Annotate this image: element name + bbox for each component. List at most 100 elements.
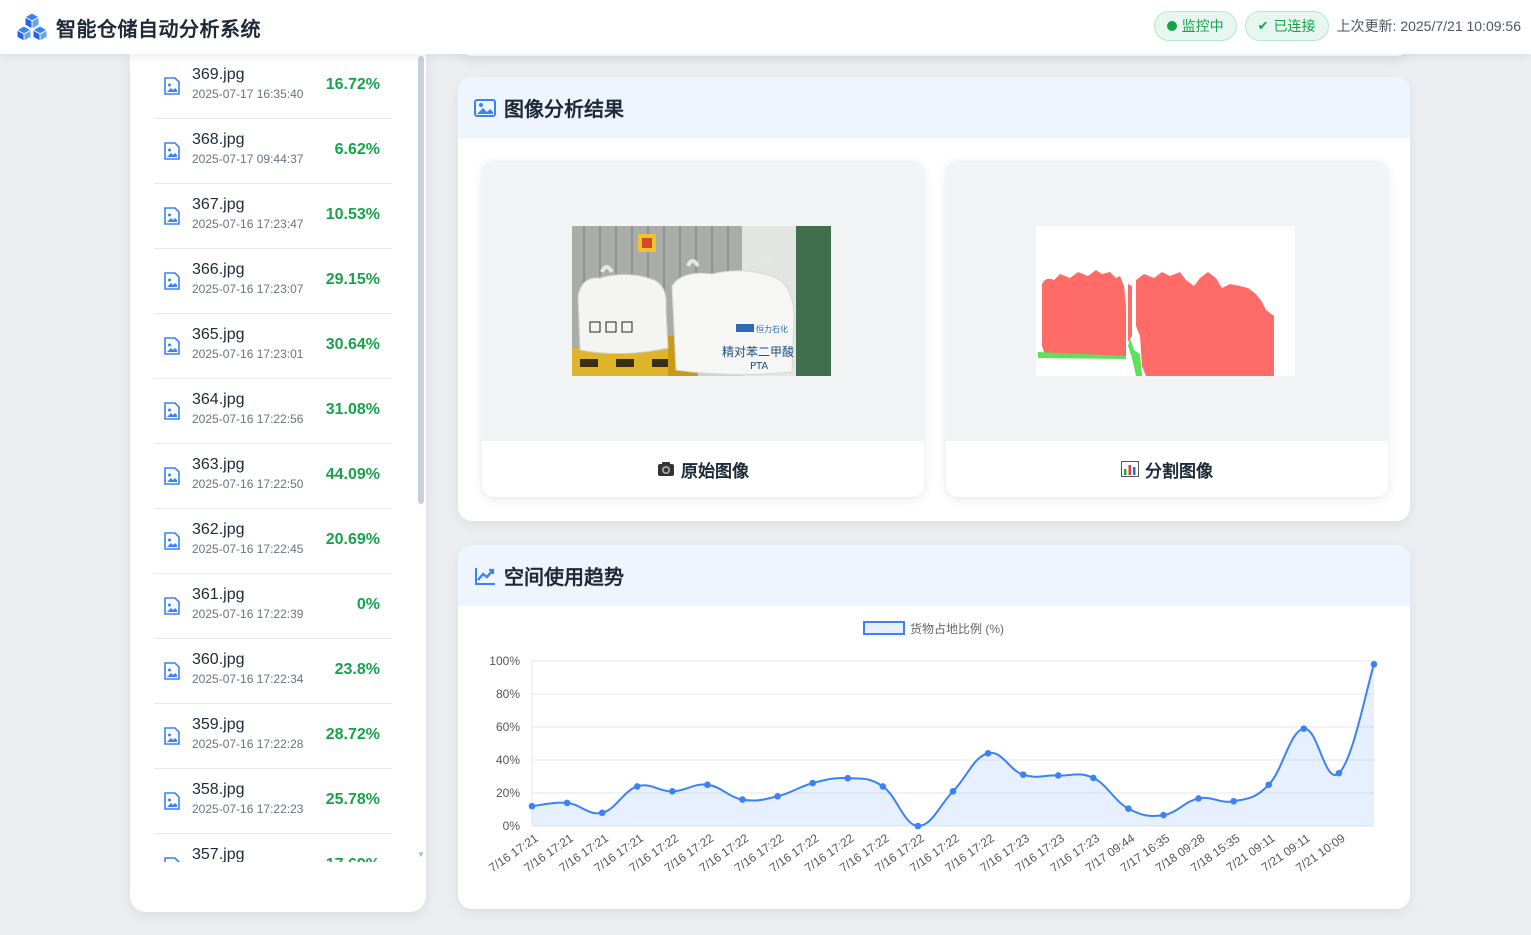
image-file-icon [164, 792, 180, 810]
history-item[interactable]: 363.jpg 2025-07-16 17:22:50 44.09% [154, 444, 392, 509]
y-tick-label: 100% [489, 654, 520, 668]
data-point[interactable] [774, 793, 781, 800]
history-file-name: 360.jpg [192, 651, 245, 668]
history-file-time: 2025-07-17 16:35:40 [192, 87, 304, 101]
app-title: 智能仓储自动分析系统 [56, 18, 261, 41]
original-warehouse-photo[interactable]: 恒力石化 精对苯二甲酸 PTA [572, 226, 831, 376]
history-file-percent: 0% [356, 596, 380, 613]
history-file-name: 361.jpg [192, 586, 245, 603]
history-file-time: 2025-07-16 17:22:39 [192, 607, 304, 621]
history-file-time: 2025-07-16 17:22:50 [192, 477, 304, 491]
data-point[interactable] [1195, 795, 1202, 802]
history-file-time: 2025-07-17 09:44:37 [192, 152, 304, 166]
history-item[interactable]: 362.jpg 2025-07-16 17:22:45 20.69% [154, 509, 392, 574]
history-file-name: 368.jpg [192, 131, 245, 148]
history-file-name: 359.jpg [192, 716, 245, 733]
history-panel: 369.jpg 2025-07-17 16:35:40 16.72% 368.jpg 2… [130, 54, 426, 912]
scroll-down-arrow-icon[interactable]: ▼ [417, 850, 425, 859]
segmentation-mask-image[interactable] [1036, 226, 1295, 376]
history-item[interactable]: 369.jpg 2025-07-17 16:35:40 16.72% [154, 54, 392, 119]
data-point[interactable] [1335, 769, 1343, 777]
data-point[interactable] [984, 749, 992, 757]
history-file-time: 2025-07-16 17:22:23 [192, 802, 304, 816]
trend-header: 空间使用趋势 [458, 545, 1410, 606]
image-file-icon [164, 402, 180, 420]
history-list[interactable]: 369.jpg 2025-07-17 16:35:40 16.72% 368.jpg 2… [154, 54, 392, 862]
history-item[interactable]: 368.jpg 2025-07-17 09:44:37 6.62% [154, 119, 392, 184]
data-point[interactable] [1090, 774, 1097, 782]
history-scrollbar-thumb[interactable] [418, 56, 424, 504]
bar-chart-icon [1121, 461, 1139, 477]
data-point[interactable] [1300, 725, 1308, 732]
line-chart-icon [475, 567, 495, 585]
data-point[interactable] [1265, 781, 1273, 789]
history-item[interactable]: 358.jpg 2025-07-16 17:22:23 25.78% [154, 769, 392, 834]
data-point[interactable] [1125, 805, 1132, 812]
header-status-area: 监控中 ✔ 已连接 上次更新: 2025/7/21 10:09:56 [1153, 11, 1521, 41]
top-header: 智能仓储自动分析系统 监控中 ✔ 已连接 上次更新: 2025/7/21 10:… [0, 0, 1531, 54]
history-item[interactable]: 366.jpg 2025-07-16 17:23:07 29.15% [154, 249, 392, 314]
segmented-image-caption: 分割图像 [946, 441, 1388, 497]
data-point[interactable] [844, 774, 852, 782]
data-point[interactable] [1019, 771, 1027, 779]
image-analysis-header: 图像分析结果 [458, 77, 1410, 138]
data-point[interactable] [1370, 661, 1378, 668]
connection-status-badge: ✔ 已连接 [1244, 11, 1329, 41]
history-file-time: 2025-07-16 17:22:34 [192, 672, 304, 686]
cubes-icon [16, 12, 48, 42]
data-point[interactable] [598, 809, 606, 817]
data-point[interactable] [809, 779, 816, 787]
history-file-percent: 44.09% [325, 466, 380, 483]
image-file-icon [164, 272, 180, 290]
bag-product-text: 精对苯二甲酸 [722, 344, 794, 359]
image-file-icon [164, 142, 180, 160]
data-point[interactable] [563, 799, 571, 807]
data-point[interactable] [949, 788, 957, 795]
history-item[interactable]: 365.jpg 2025-07-16 17:23:01 30.64% [154, 314, 392, 379]
original-image-label: 原始图像 [681, 461, 749, 481]
y-tick-label: 20% [496, 786, 520, 800]
data-point[interactable] [879, 783, 887, 790]
bag-code-text: PTA [750, 361, 768, 372]
history-file-percent: 25.78% [325, 791, 380, 808]
history-file-percent: 23.8% [334, 661, 380, 678]
data-point[interactable] [914, 822, 922, 830]
data-point[interactable] [704, 781, 711, 789]
history-file-percent: 20.69% [325, 531, 380, 548]
segmented-image-label: 分割图像 [1145, 461, 1213, 481]
history-item[interactable]: 357.jpg 17.69% [154, 834, 392, 862]
data-point[interactable] [739, 796, 746, 803]
segmented-image-box[interactable]: 分割图像 [946, 161, 1388, 497]
history-file-percent: 10.53% [325, 206, 380, 223]
data-point[interactable] [1054, 772, 1062, 779]
original-image-area: 恒力石化 精对苯二甲酸 PTA [482, 161, 924, 441]
chart-legend[interactable]: 货物占地比例 (%) [863, 621, 1004, 636]
space-usage-line-chart[interactable]: 货物占地比例 (%) 0%20%40%60%80%100% 7/16 17:21… [458, 606, 1410, 909]
history-item[interactable]: 360.jpg 2025-07-16 17:22:34 23.8% [154, 639, 392, 704]
history-item[interactable]: 367.jpg 2025-07-16 17:23:47 10.53% [154, 184, 392, 249]
data-point[interactable] [1160, 811, 1167, 819]
data-point[interactable] [633, 783, 641, 790]
original-image-caption: 原始图像 [482, 441, 924, 497]
history-file-name: 363.jpg [192, 456, 245, 473]
history-item[interactable]: 361.jpg 2025-07-16 17:22:39 0% [154, 574, 392, 639]
image-file-icon [164, 532, 180, 550]
history-file-name: 365.jpg [192, 326, 245, 343]
image-file-icon [164, 207, 180, 225]
y-tick-label: 80% [496, 687, 520, 701]
data-point[interactable] [528, 802, 536, 810]
space-usage-trend-card: 空间使用趋势 货物占地比例 (%) 0% 20% 40% 60% 80% 100% 7/1… [458, 545, 1410, 909]
history-file-time: 2025-07-16 17:22:45 [192, 542, 304, 556]
bag-brand-text: 恒力石化 [756, 324, 788, 334]
original-image-box[interactable]: 恒力石化 精对苯二甲酸 PTA 原始图像 [482, 161, 924, 497]
history-file-percent: 30.64% [325, 336, 380, 353]
history-item[interactable]: 364.jpg 2025-07-16 17:22:56 31.08% [154, 379, 392, 444]
data-point[interactable] [1230, 797, 1237, 805]
history-file-time: 2025-07-16 17:22:28 [192, 737, 304, 751]
data-point[interactable] [669, 788, 676, 795]
history-item[interactable]: 359.jpg 2025-07-16 17:22:28 28.72% [154, 704, 392, 769]
history-file-percent: 28.72% [325, 726, 380, 743]
history-file-time: 2025-07-16 17:22:56 [192, 412, 304, 426]
image-file-icon [164, 337, 180, 355]
history-file-percent: 29.15% [325, 271, 380, 288]
